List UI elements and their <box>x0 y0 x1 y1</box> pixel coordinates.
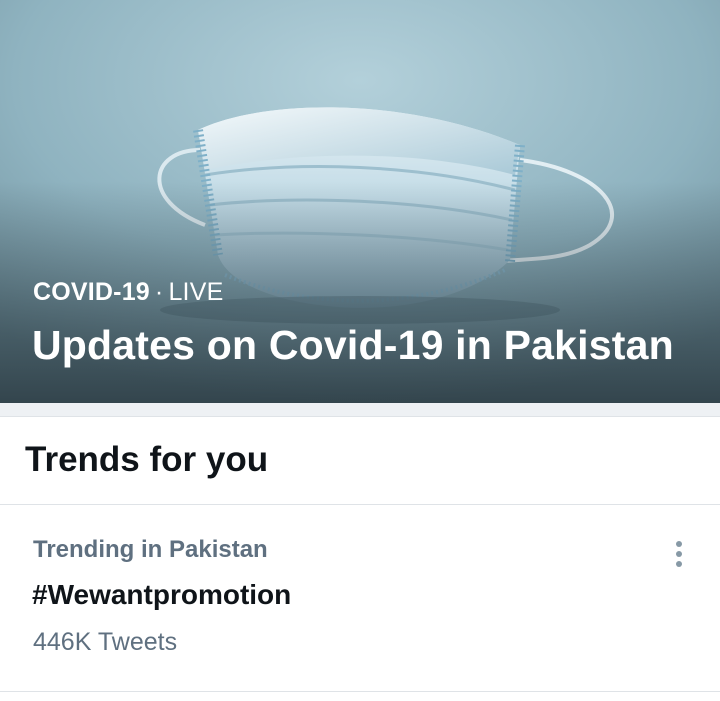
explore-page: COVID-19 · LIVE Updates on Covid-19 in Pak… <box>0 0 720 701</box>
trend-item[interactable]: Trending in Pakistan #Wewantpromotion 44… <box>0 506 720 692</box>
meta-separator: · <box>154 278 164 306</box>
hero-event-meta: COVID-19 · LIVE <box>33 278 223 307</box>
menu-dot <box>676 561 682 567</box>
menu-dot <box>676 541 682 547</box>
hero-event-card[interactable]: COVID-19 · LIVE Updates on Covid-19 in Pak… <box>0 0 720 403</box>
more-vertical-icon[interactable] <box>664 534 694 574</box>
trend-name[interactable]: #Wewantpromotion <box>32 579 291 611</box>
trend-context: Trending in Pakistan <box>33 536 268 563</box>
section-divider <box>0 403 720 417</box>
trends-section-header: Trends for you <box>0 417 720 505</box>
hero-event-title[interactable]: Updates on Covid-19 in Pakistan <box>32 322 674 369</box>
live-status: LIVE <box>168 278 224 306</box>
section-title: Trends for you <box>25 440 269 479</box>
event-topic: COVID-19 <box>33 278 150 306</box>
trend-tweet-count: 446K Tweets <box>33 628 178 656</box>
menu-dot <box>676 551 682 557</box>
